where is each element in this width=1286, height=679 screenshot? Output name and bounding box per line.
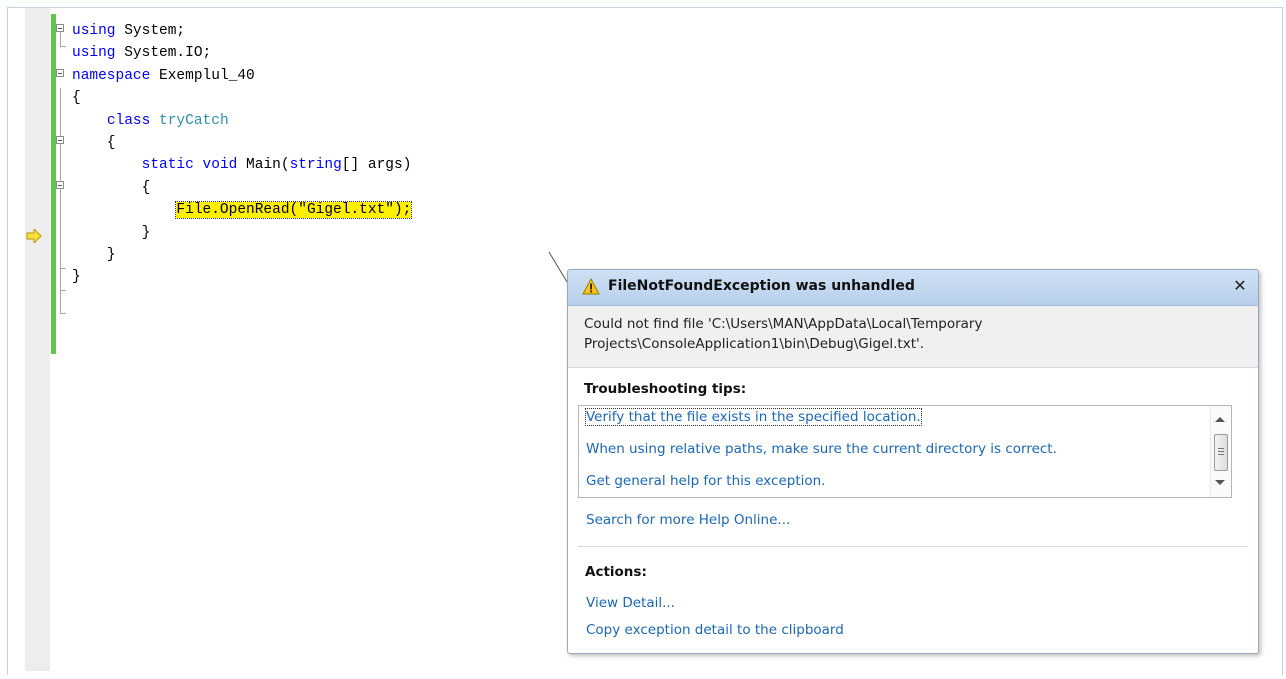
exception-assistant-popup: FileNotFoundException was unhandled ✕ Co…: [567, 269, 1259, 654]
code-line[interactable]: {: [72, 132, 411, 154]
code-line[interactable]: using System;: [72, 20, 411, 42]
code-token: }: [72, 224, 151, 241]
outline-guide: [60, 290, 66, 291]
code-token: {: [72, 134, 116, 151]
troubleshooting-heading: Troubleshooting tips:: [584, 381, 747, 397]
outline-guide: [60, 32, 61, 46]
scroll-up-icon[interactable]: [1215, 417, 1225, 422]
code-token: System.IO;: [115, 45, 212, 62]
outline-guide: [60, 268, 66, 269]
close-icon[interactable]: ✕: [1232, 276, 1248, 296]
tip-link[interactable]: Get general help for this exception.: [586, 473, 825, 489]
scroll-thumb[interactable]: [1214, 434, 1228, 471]
grip-line: [1218, 454, 1224, 455]
code-line[interactable]: static void Main(string[] args): [72, 154, 412, 176]
troubleshooting-tips-list[interactable]: Verify that the file exists in the speci…: [578, 405, 1232, 498]
collapse-toggle-icon[interactable]: [56, 69, 64, 77]
code-line[interactable]: {: [72, 177, 411, 199]
code-token: {: [72, 179, 151, 196]
keyword-token: using: [72, 45, 116, 62]
code-token: [] args): [341, 157, 412, 174]
warning-triangle-icon: [582, 278, 600, 295]
actions-heading: Actions:: [585, 564, 647, 580]
keyword-token: string: [289, 157, 342, 174]
outline-guide: [60, 46, 66, 47]
current-statement-highlight: File.OpenRead("Gigel.txt");: [175, 201, 413, 220]
keyword-token: class: [106, 112, 151, 129]
collapse-toggle-icon[interactable]: [56, 136, 64, 144]
code-token: }: [72, 269, 81, 286]
popup-header: FileNotFoundException was unhandled ✕: [568, 270, 1258, 306]
keyword-token: void: [202, 157, 238, 174]
code-line[interactable]: File.OpenRead("Gigel.txt");: [72, 199, 413, 221]
code-line[interactable]: class tryCatch: [72, 110, 411, 132]
code-line[interactable]: }: [72, 222, 411, 244]
search-help-online-link[interactable]: Search for more Help Online...: [586, 512, 790, 528]
code-line[interactable]: using System.IO;: [72, 42, 411, 64]
yellow-arrow-icon: [26, 229, 42, 243]
code-token: Main(: [237, 157, 290, 174]
code-editor[interactable]: using System; using System.IO; namespace E…: [72, 20, 413, 289]
keyword-token: namespace: [72, 67, 151, 84]
type-token: tryCatch: [159, 112, 229, 129]
tips-scrollbar[interactable]: [1210, 406, 1231, 497]
collapse-toggle-icon[interactable]: [56, 181, 64, 189]
code-line[interactable]: }: [72, 266, 411, 288]
outline-guide: [60, 313, 66, 314]
code-token: Exemplul_40: [150, 67, 255, 84]
code-line[interactable]: {: [72, 87, 411, 109]
section-divider: [578, 546, 1248, 547]
code-line[interactable]: }: [72, 244, 411, 266]
copy-exception-detail-link[interactable]: Copy exception detail to the clipboard: [586, 622, 844, 638]
keyword-token: using: [72, 23, 116, 39]
scroll-down-icon[interactable]: [1215, 480, 1225, 485]
code-line[interactable]: namespace Exemplul_40: [72, 65, 411, 87]
view-detail-link[interactable]: View Detail...: [586, 595, 675, 611]
code-token: {: [72, 90, 81, 107]
tip-link[interactable]: When using relative paths, make sure the…: [586, 441, 1057, 457]
code-token: System;: [115, 23, 186, 39]
collapse-toggle-icon[interactable]: [56, 24, 64, 32]
exception-message-line: Could not find file 'C:\Users\MAN\AppDat…: [584, 316, 983, 332]
tip-link[interactable]: Verify that the file exists in the speci…: [585, 408, 922, 426]
grip-line: [1218, 451, 1224, 452]
exception-title: FileNotFoundException was unhandled: [608, 278, 915, 294]
code-token: }: [72, 246, 116, 263]
grip-line: [1218, 448, 1224, 449]
indicator-margin[interactable]: [25, 8, 50, 671]
outline-guide: [60, 88, 61, 313]
exception-message: Could not find file 'C:\Users\MAN\AppDat…: [568, 306, 1258, 368]
exception-message-line: Projects\ConsoleApplication1\bin\Debug\G…: [584, 336, 925, 352]
keyword-token: static: [141, 157, 194, 174]
